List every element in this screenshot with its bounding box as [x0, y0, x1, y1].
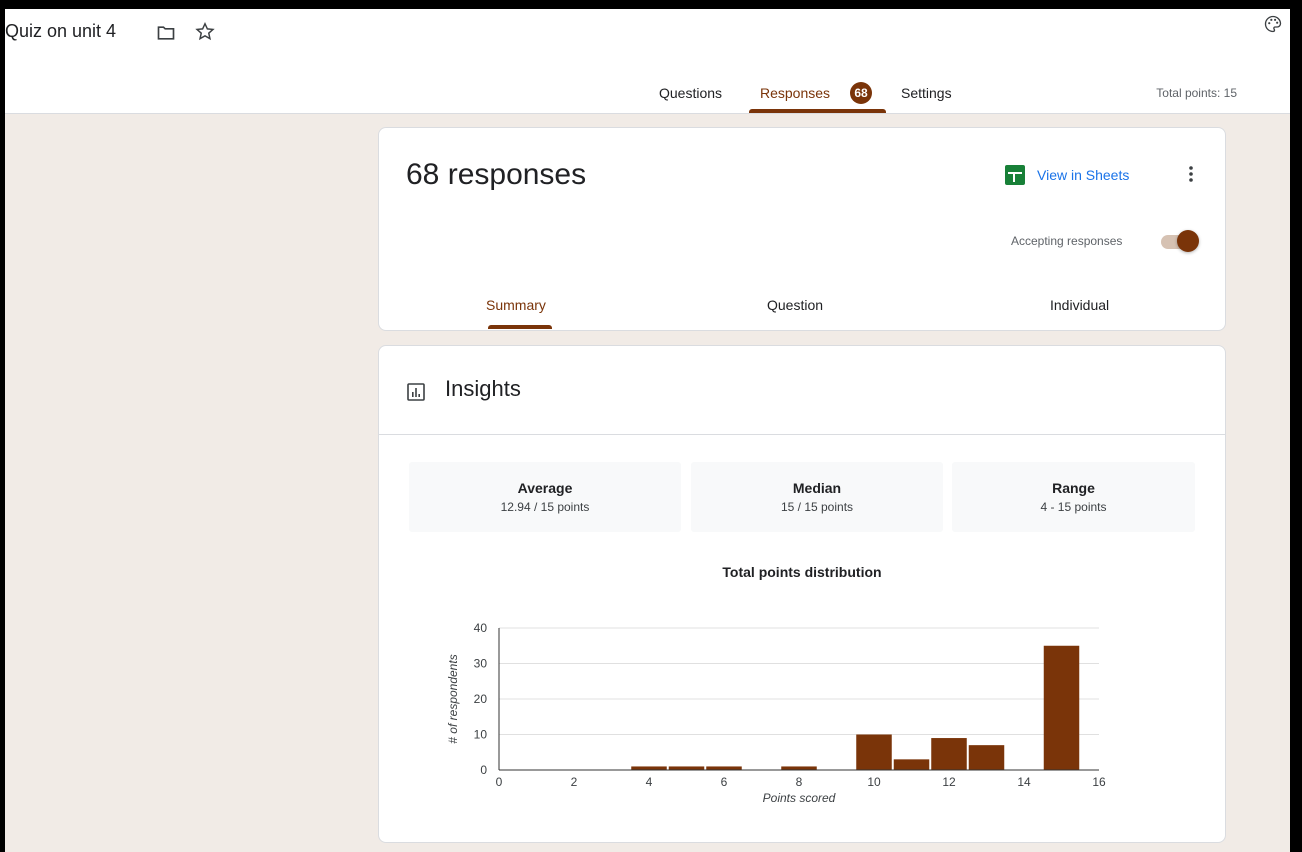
star-icon[interactable] — [194, 21, 216, 43]
x-tick-label: 0 — [496, 775, 503, 789]
stat-label: Average — [517, 480, 573, 496]
sheets-icon — [1005, 165, 1025, 185]
x-tick-label: 4 — [646, 775, 653, 789]
x-tick-label: 2 — [571, 775, 578, 789]
x-tick-label: 10 — [867, 775, 881, 789]
y-tick-label: 10 — [474, 728, 488, 742]
insights-header: Insights — [379, 346, 1225, 435]
bar — [1043, 645, 1080, 770]
x-tick-label: 6 — [721, 775, 728, 789]
app-frame: Quiz on unit 4 Questions Responses 68 Se… — [5, 9, 1290, 852]
bar — [931, 738, 967, 770]
toggle-thumb — [1177, 230, 1199, 252]
header: Quiz on unit 4 Questions Responses 68 Se… — [5, 9, 1290, 114]
insights-icon — [407, 383, 425, 401]
active-tab-indicator — [749, 109, 886, 113]
bar — [668, 766, 705, 770]
bar — [893, 759, 930, 770]
responses-count-badge: 68 — [850, 82, 872, 104]
form-title[interactable]: Quiz on unit 4 — [5, 21, 116, 42]
x-tick-label: 8 — [796, 775, 803, 789]
x-tick-label: 14 — [1017, 775, 1031, 789]
points-distribution-chart: 0 10 20 30 40 0 2 4 6 8 10 12 14 16 Points scored # of … — [446, 621, 1106, 805]
view-in-sheets-label: View in Sheets — [1037, 167, 1130, 183]
y-tick-label: 0 — [480, 763, 487, 777]
tab-settings[interactable]: Settings — [901, 85, 952, 101]
stat-value: 15 / 15 points — [780, 500, 854, 514]
active-subtab-indicator — [488, 325, 552, 329]
stat-label: Range — [1052, 480, 1095, 496]
bar — [968, 745, 1005, 770]
stat-value: 4 - 15 points — [1040, 500, 1107, 514]
y-tick-label: 30 — [474, 657, 488, 671]
tab-responses[interactable]: Responses — [760, 85, 830, 101]
bar — [706, 766, 742, 770]
stat-value: 12.94 / 15 points — [500, 500, 590, 514]
chart-title: Total points distribution — [722, 564, 882, 580]
stat-range: Range 4 - 15 points — [952, 462, 1195, 532]
y-tick-label: 20 — [474, 692, 488, 706]
tab-questions[interactable]: Questions — [659, 85, 722, 101]
bar — [856, 734, 892, 770]
accepting-responses-toggle[interactable] — [1157, 230, 1199, 252]
accepting-responses-label: Accepting responses — [1011, 234, 1123, 248]
responses-card: 68 responses View in Sheets Accepting re… — [378, 127, 1226, 331]
folder-icon[interactable] — [155, 23, 177, 43]
y-tick-label: 40 — [474, 621, 488, 635]
palette-icon[interactable] — [1263, 14, 1283, 34]
insights-card: Insights Average 12.94 / 15 points Media… — [378, 345, 1226, 843]
subtab-summary[interactable]: Summary — [486, 297, 546, 313]
bar — [781, 766, 817, 770]
insights-title: Insights — [445, 376, 521, 401]
stat-average: Average 12.94 / 15 points — [409, 462, 681, 532]
total-points: Total points: 15 — [1156, 86, 1237, 100]
responses-count-title: 68 responses — [406, 158, 587, 191]
subtab-individual[interactable]: Individual — [1050, 297, 1109, 313]
stat-median: Median 15 / 15 points — [691, 462, 943, 532]
x-tick-label: 16 — [1092, 775, 1106, 789]
more-vert-icon[interactable] — [1179, 162, 1203, 186]
stat-label: Median — [792, 480, 842, 496]
y-axis-label: # of respondents — [446, 654, 460, 743]
x-axis-label: Points scored — [763, 791, 836, 805]
subtab-question[interactable]: Question — [767, 297, 823, 313]
view-in-sheets-button[interactable]: View in Sheets — [1005, 165, 1129, 185]
x-tick-label: 12 — [942, 775, 956, 789]
bar — [631, 766, 667, 770]
